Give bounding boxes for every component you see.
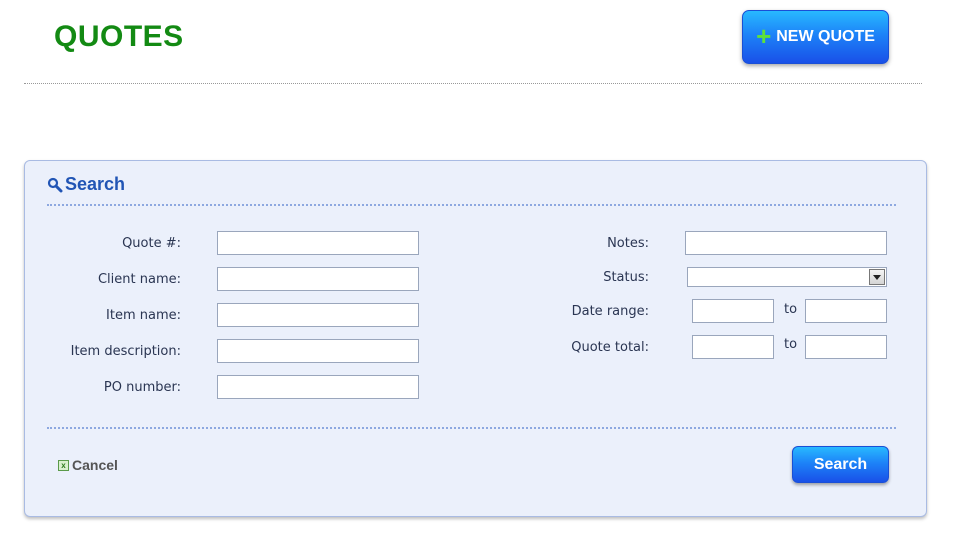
panel-bottom-divider: [47, 427, 896, 429]
cancel-label: Cancel: [72, 457, 118, 473]
search-button-label: Search: [813, 455, 868, 473]
quote-total-from-input[interactable]: [692, 335, 774, 359]
new-quote-button[interactable]: + NEW QUOTE: [742, 10, 889, 64]
date-range-label: Date range:: [571, 304, 649, 319]
status-label: Status:: [603, 270, 649, 285]
notes-label: Notes:: [607, 236, 649, 251]
search-button[interactable]: Search: [792, 446, 889, 483]
cancel-link[interactable]: x Cancel: [58, 457, 118, 473]
po-number-label: PO number:: [103, 380, 181, 395]
quote-total-to-label: to: [784, 337, 798, 352]
header-divider: [24, 83, 922, 84]
search-panel-title: Search: [47, 174, 125, 195]
quote-number-label: Quote #:: [122, 236, 181, 251]
quote-total-to-input[interactable]: [805, 335, 887, 359]
po-number-input[interactable]: [217, 375, 419, 399]
quote-number-input[interactable]: [217, 231, 419, 255]
search-panel: Search Quote #: Client name: Item name: …: [24, 160, 927, 517]
item-description-label: Item description:: [70, 344, 181, 359]
plus-icon: +: [756, 21, 772, 51]
client-name-input[interactable]: [217, 267, 419, 291]
cancel-x-icon: x: [58, 459, 69, 471]
new-quote-label: NEW QUOTE: [776, 28, 875, 45]
item-name-label: Item name:: [106, 308, 181, 323]
search-panel-title-text: Search: [65, 174, 126, 194]
status-select[interactable]: [687, 267, 887, 287]
magnifier-icon: [47, 177, 63, 192]
client-name-label: Client name:: [97, 272, 181, 287]
chevron-down-icon[interactable]: [869, 269, 885, 285]
item-description-input[interactable]: [217, 339, 419, 363]
quote-total-label: Quote total:: [571, 340, 649, 355]
date-range-from-input[interactable]: [692, 299, 774, 323]
date-range-to-label: to: [784, 302, 798, 317]
item-name-input[interactable]: [217, 303, 419, 327]
notes-input[interactable]: [685, 231, 887, 255]
date-range-to-input[interactable]: [805, 299, 887, 323]
panel-top-divider: [47, 204, 896, 206]
page-title: QUOTES: [54, 20, 184, 53]
